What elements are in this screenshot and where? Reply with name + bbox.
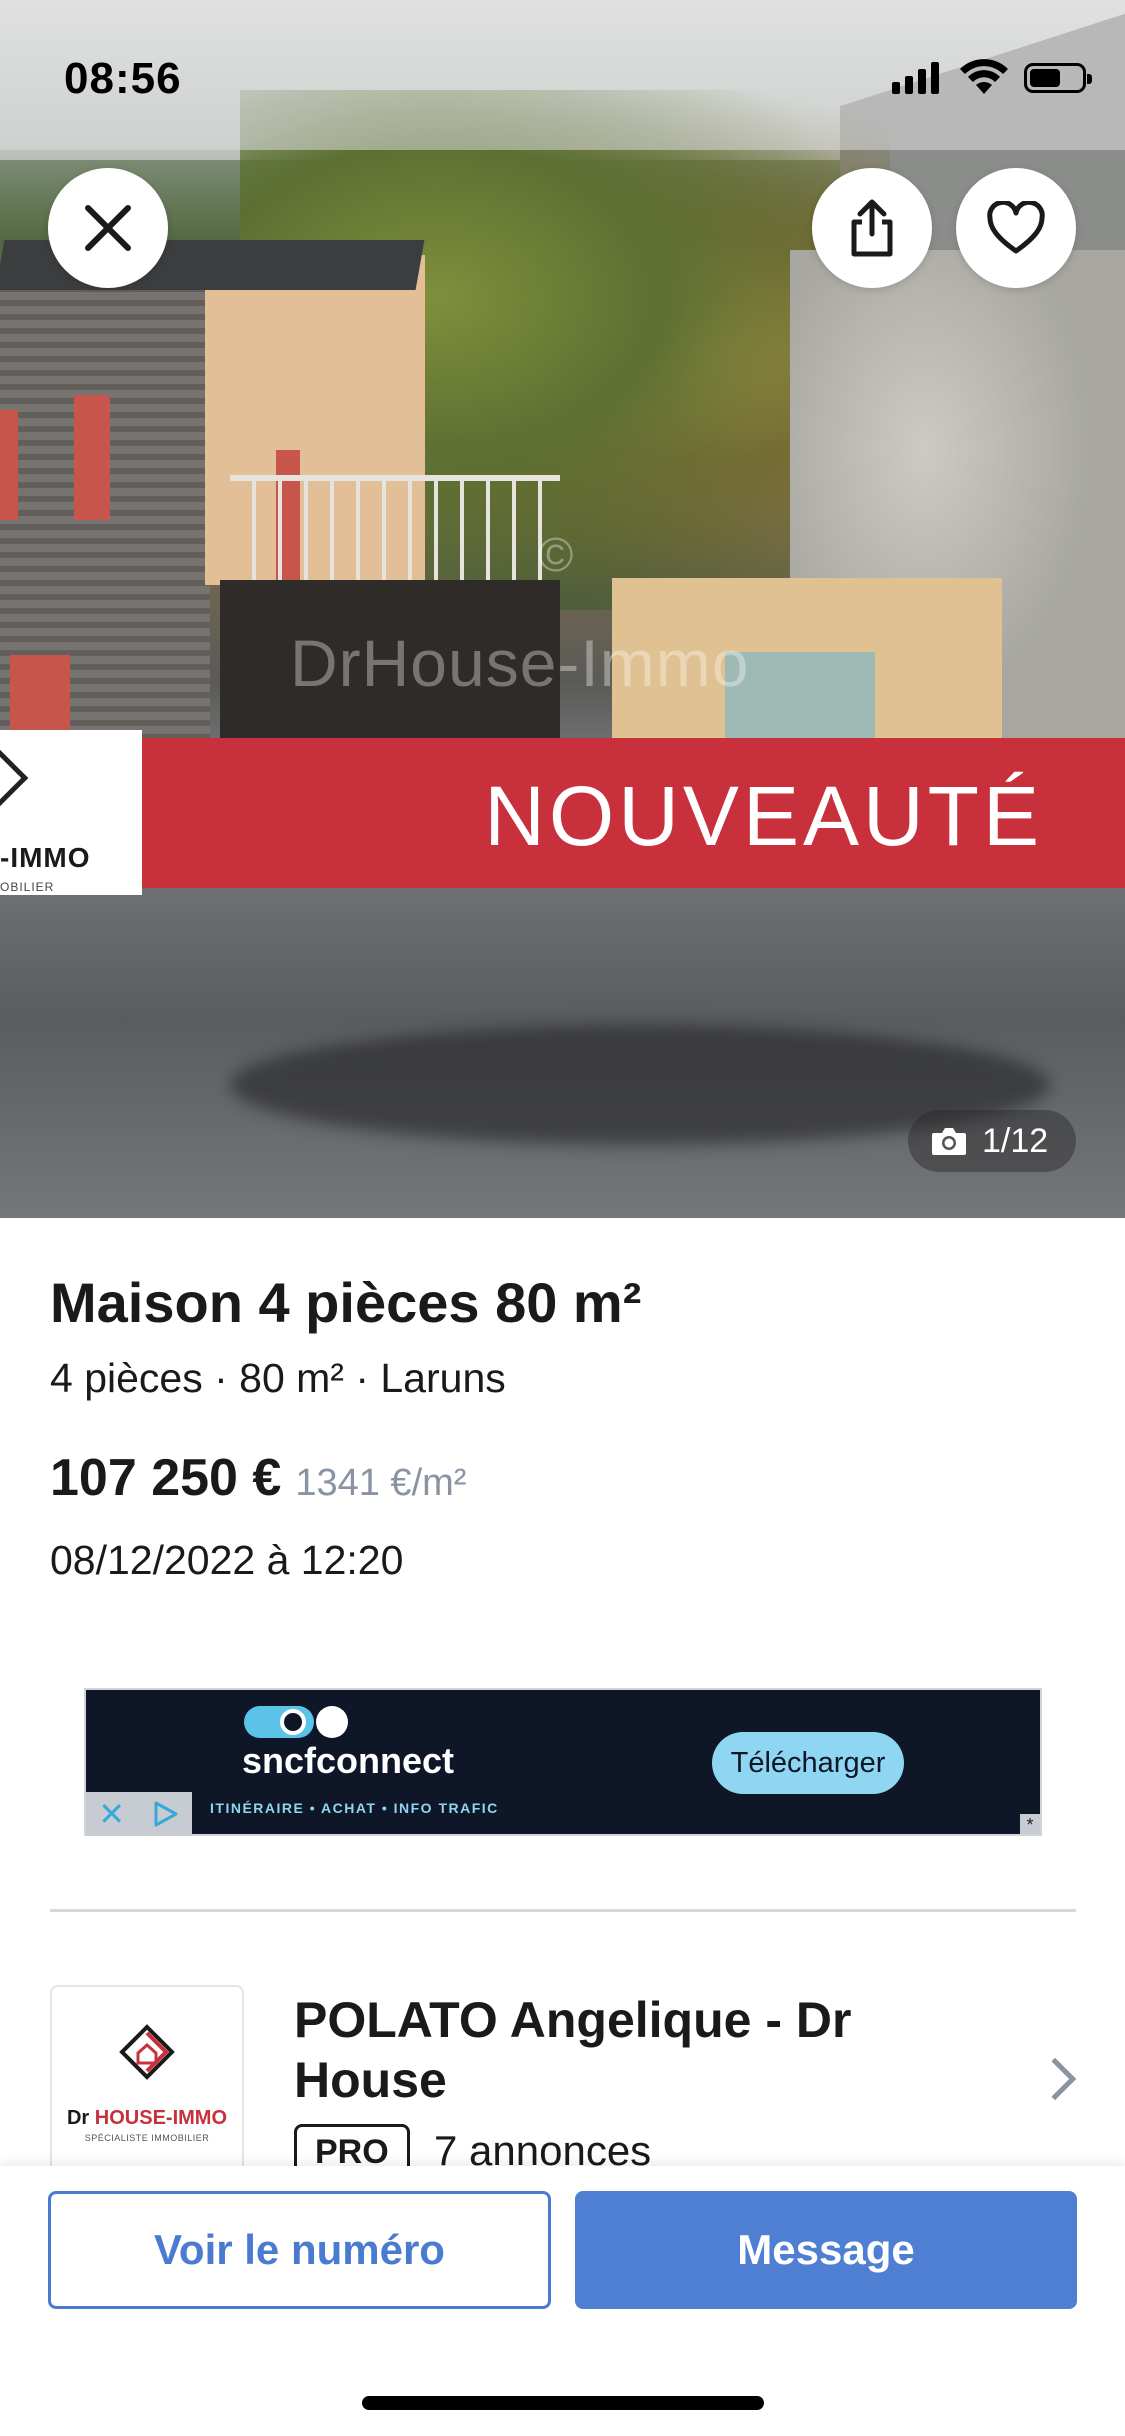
cellular-signal-icon (892, 60, 939, 94)
photo-watermark: DrHouse-Immo (290, 626, 750, 700)
listing-subtitle: 4 pièces · 80 m² · Laruns (50, 1355, 506, 1401)
favorite-button[interactable] (956, 168, 1076, 288)
logo-overlay-subtext: OBILIER (0, 880, 55, 894)
ad-tagline: ITINÉRAIRE • ACHAT • INFO TRAFIC (210, 1800, 499, 1816)
close-icon (85, 205, 131, 251)
seller-logo[interactable]: Dr HOUSE-IMMO SPÉCIALISTE IMMOBILIER (50, 1985, 244, 2175)
share-icon (851, 199, 893, 257)
ad-close-icon[interactable]: ✕ (98, 1795, 125, 1833)
ad-corner-mark: * (1020, 1814, 1040, 1835)
section-divider (50, 1909, 1076, 1912)
logo-overlay-text: -IMMO (0, 842, 91, 873)
listing-photo[interactable]: © DrHouse-Immo NOUVEAUTÉ -IMMO OBILIER 1… (0, 0, 1125, 1218)
banner-label: NOUVEAUTÉ (484, 769, 1043, 863)
camera-icon (932, 1128, 966, 1155)
status-time: 08:56 (64, 54, 182, 103)
chevron-right-icon[interactable] (1033, 2057, 1077, 2101)
ad-banner[interactable]: sncfconnect ITINÉRAIRE • ACHAT • INFO TR… (84, 1688, 1042, 1836)
price-row: 107 250 € 1341 €/m² (50, 1448, 466, 1508)
watermark-copyright: © (538, 529, 574, 582)
house-logo-icon (119, 2024, 175, 2080)
ad-download-button[interactable]: Télécharger (712, 1732, 904, 1794)
logo-chevron-icon (0, 749, 29, 807)
photo-shutter (0, 410, 18, 520)
wifi-icon (960, 59, 1008, 94)
photo-counter-text: 1/12 (982, 1121, 1049, 1160)
price-per-m2: 1341 €/m² (295, 1462, 467, 1504)
show-phone-button[interactable]: Voir le numéro (48, 2191, 551, 2309)
seller-logo-name: Dr HOUSE-IMMO (66, 2107, 227, 2129)
battery-icon (1024, 63, 1092, 93)
listing-price: 107 250 € (50, 1449, 282, 1507)
ad-brand: sncfconnect (242, 1740, 455, 1781)
adchoices-control[interactable]: ✕ (86, 1792, 192, 1836)
seller-logo-sub: SPÉCIALISTE IMMOBILIER (84, 2133, 210, 2143)
photo-counter[interactable]: 1/12 (908, 1110, 1076, 1172)
photo-shutter (10, 655, 70, 735)
message-button[interactable]: Message (575, 2191, 1077, 2309)
home-indicator[interactable] (362, 2396, 764, 2410)
photo-balcony (230, 475, 560, 585)
sncf-dot-icon (316, 1706, 348, 1738)
adchoices-icon[interactable] (150, 1799, 180, 1829)
share-button[interactable] (812, 168, 932, 288)
agency-logo-overlay: -IMMO OBILIER (0, 730, 142, 895)
seller-name[interactable]: POLATO Angelique - Dr House (294, 1990, 854, 2110)
status-bar: 08:56 (0, 0, 1125, 150)
close-button[interactable] (48, 168, 168, 288)
listing-title: Maison 4 pièces 80 m² (50, 1271, 642, 1334)
sncf-toggle-icon (244, 1706, 314, 1738)
photo-shutter (74, 395, 110, 520)
listing-date: 08/12/2022 à 12:20 (50, 1537, 404, 1583)
heart-icon (987, 201, 1045, 254)
